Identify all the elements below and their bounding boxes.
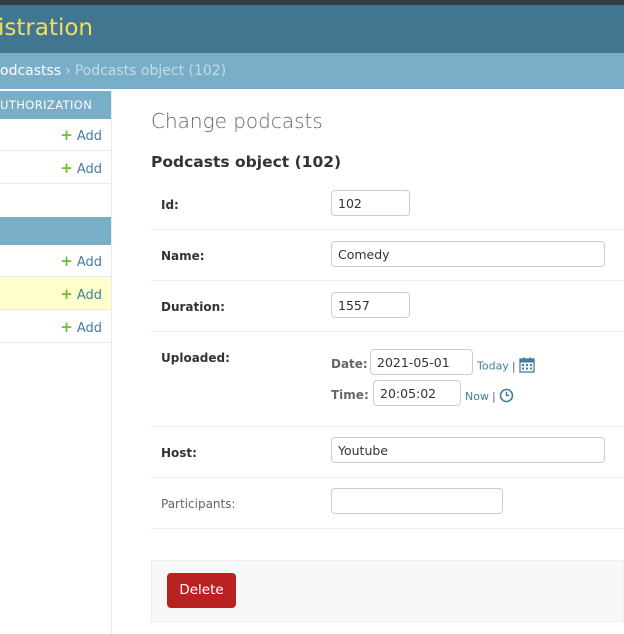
form-row-uploaded: Uploaded: Date: Today| Time: Now| bbox=[151, 332, 624, 427]
breadcrumb-parent-link[interactable]: odcastss bbox=[0, 63, 61, 79]
sidebar-add-link[interactable]: + Add bbox=[60, 119, 102, 153]
host-input[interactable] bbox=[331, 437, 605, 463]
shortcut-separator: | bbox=[511, 359, 516, 373]
name-label: Name: bbox=[161, 249, 205, 263]
plus-icon: + bbox=[60, 285, 73, 303]
breadcrumb-separator: › bbox=[65, 63, 71, 79]
now-link[interactable]: Now bbox=[465, 390, 489, 403]
module-caption-label: UTHORIZATION bbox=[0, 98, 93, 112]
plus-icon: + bbox=[60, 318, 73, 336]
sidebar-add-link[interactable]: + Add bbox=[60, 311, 102, 345]
module-caption-podcasts[interactable] bbox=[0, 217, 111, 245]
form-row-name: Name: bbox=[151, 230, 624, 281]
breadcrumb: odcastss › Podcasts object (102) bbox=[0, 53, 624, 89]
uploaded-label: Uploaded: bbox=[161, 351, 230, 365]
sidebar-model-row: + Add bbox=[0, 119, 111, 151]
breadcrumb-current: Podcasts object (102) bbox=[74, 63, 227, 79]
date-input[interactable] bbox=[370, 349, 473, 375]
submit-row: Delete bbox=[151, 560, 624, 622]
host-label: Host: bbox=[161, 446, 197, 460]
add-link-label: Add bbox=[76, 255, 102, 270]
date-label: Date: bbox=[331, 357, 368, 371]
nav-sidebar: UTHORIZATION + Add + Add + Add + Add + Add bbox=[0, 89, 112, 634]
sidebar-add-link[interactable]: + Add bbox=[60, 152, 102, 186]
sidebar-add-link[interactable]: + Add bbox=[60, 245, 102, 279]
calendar-icon[interactable] bbox=[518, 357, 535, 376]
shortcut-separator: | bbox=[491, 390, 496, 403]
id-label: Id: bbox=[161, 198, 179, 212]
plus-icon: + bbox=[60, 126, 73, 144]
add-link-label: Add bbox=[76, 321, 102, 336]
sidebar-model-row-current: + Add bbox=[0, 278, 111, 310]
date-shortcuts: Today | bbox=[477, 357, 535, 376]
time-input[interactable] bbox=[373, 380, 461, 406]
duration-input[interactable] bbox=[331, 292, 410, 318]
sidebar-model-row: + Add bbox=[0, 311, 111, 343]
time-label: Time: bbox=[331, 388, 369, 402]
module-caption-authorization[interactable]: UTHORIZATION bbox=[0, 91, 111, 119]
form-row-id: Id: bbox=[151, 179, 624, 230]
clock-icon[interactable] bbox=[499, 388, 514, 406]
time-shortcuts: Now | bbox=[465, 388, 514, 406]
delete-button[interactable]: Delete bbox=[167, 573, 236, 608]
form-row-participants: Participants: bbox=[151, 478, 624, 529]
form-row-duration: Duration: bbox=[151, 281, 624, 332]
add-link-label: Add bbox=[76, 129, 102, 144]
add-link-label: Add bbox=[76, 288, 102, 303]
object-title: Podcasts object (102) bbox=[151, 153, 342, 171]
plus-icon: + bbox=[60, 159, 73, 177]
add-link-label: Add bbox=[76, 162, 102, 177]
site-header: istration bbox=[0, 5, 624, 53]
site-branding[interactable]: istration bbox=[0, 15, 93, 41]
sidebar-model-row: + Add bbox=[0, 245, 111, 277]
sidebar-add-link[interactable]: + Add bbox=[60, 278, 102, 312]
participants-label: Participants: bbox=[161, 497, 236, 511]
duration-label: Duration: bbox=[161, 300, 225, 314]
plus-icon: + bbox=[60, 252, 73, 270]
name-input[interactable] bbox=[331, 241, 605, 267]
form-row-host: Host: bbox=[151, 427, 624, 478]
id-input[interactable] bbox=[331, 190, 410, 216]
today-link[interactable]: Today bbox=[477, 360, 509, 373]
sidebar-model-row: + Add bbox=[0, 152, 111, 184]
participants-input[interactable] bbox=[331, 488, 503, 514]
page-title: Change podcasts bbox=[151, 109, 323, 133]
